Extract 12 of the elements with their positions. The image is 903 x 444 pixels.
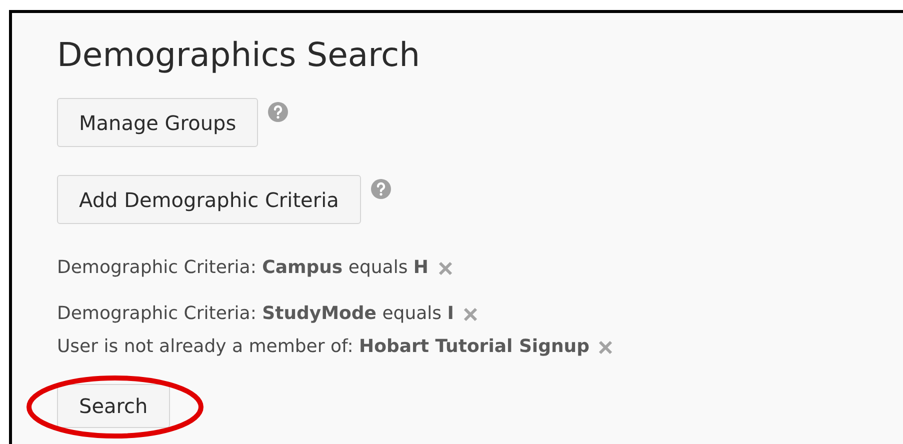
remove-icon[interactable] — [462, 306, 478, 322]
page-title: Demographics Search — [57, 35, 422, 75]
help-icon[interactable] — [370, 178, 391, 198]
search-button[interactable]: Search — [57, 384, 170, 428]
action-button[interactable]: Manage Groups — [57, 98, 258, 147]
help-icon[interactable] — [268, 102, 288, 122]
remove-icon[interactable] — [598, 340, 614, 354]
criterion-text: Demographic Criteria: StudyMode equals I — [57, 302, 454, 326]
criterion-text: Demographic Criteria: Campus equals H — [57, 256, 428, 280]
remove-icon[interactable] — [438, 260, 452, 276]
action-button[interactable]: Add Demographic Criteria — [57, 175, 361, 224]
criterion-text: User is not already a member of: Hobart Tutorial Signup — [57, 335, 590, 359]
